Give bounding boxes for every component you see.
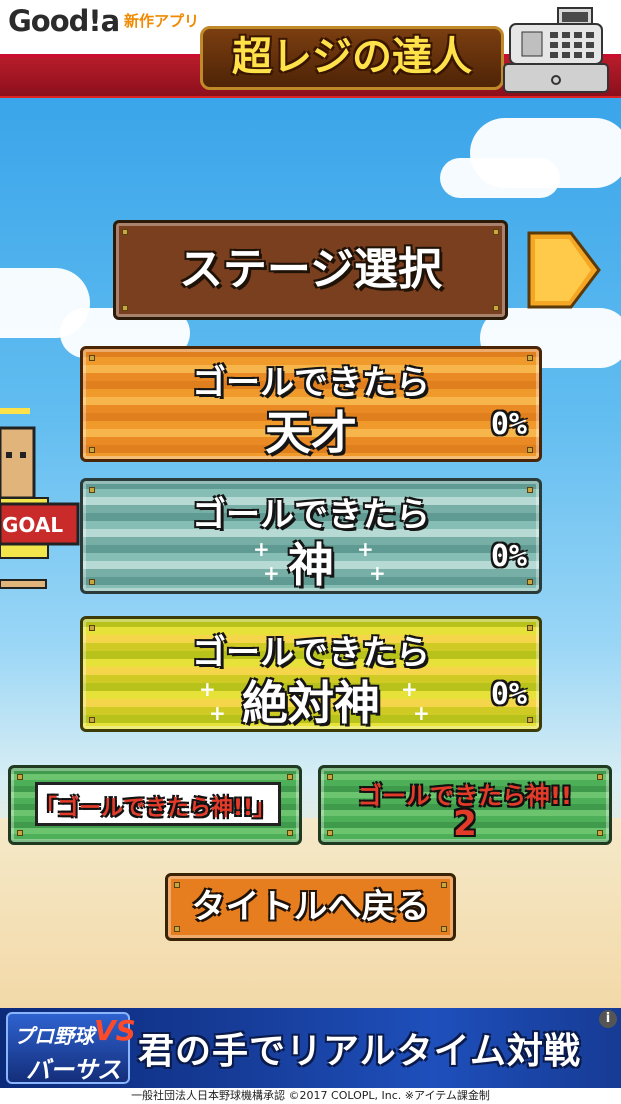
new-app-label: 新作アプリ xyxy=(124,12,200,30)
sparkle-icon: + xyxy=(253,537,270,561)
sparkle-icon: + xyxy=(413,701,430,725)
mode-progress: 0% xyxy=(490,677,527,712)
ad-logo-vs: VS xyxy=(94,1014,136,1047)
ad-logo-line2: バーサス xyxy=(26,1056,122,1084)
game-link-goal-kami-2[interactable]: ゴールできたら神!! 2 xyxy=(318,765,612,845)
mode-title: 絶対神 xyxy=(242,676,380,730)
game-area: GOAL ステージ選択 ゴールできたら 天才 0% ゴールできたら 神 + + … xyxy=(0,98,621,1008)
next-arrow-icon[interactable] xyxy=(527,231,601,309)
game-link-number: 2 xyxy=(453,804,477,844)
game-link-label: 「ゴールできたら神!!」 xyxy=(34,796,276,821)
mode-progress: 0% xyxy=(490,539,527,574)
ad-banner[interactable]: プロ野球 VS バーサス 君の手でリアルタイム対戦 i 一般社団法人日本野球機構… xyxy=(0,1008,621,1104)
mode-button-tensai[interactable]: ゴールできたら 天才 0% xyxy=(80,346,542,462)
game-link-goal-kami[interactable]: 「ゴールできたら神!!」 xyxy=(8,765,302,845)
ad-artwork[interactable]: プロ野球 VS バーサス 君の手でリアルタイム対戦 i xyxy=(0,1008,621,1088)
ad-logo-line1: プロ野球 xyxy=(14,1024,94,1048)
ad-credit-text: 一般社団法人日本野球機構承認 ©2017 COLOPL, Inc. ※アイテム課… xyxy=(131,1089,490,1102)
sparkle-icon: + xyxy=(199,677,216,701)
back-to-title-button[interactable]: タイトルへ戻る xyxy=(165,873,456,941)
back-to-title-label: タイトルへ戻る xyxy=(191,887,430,927)
app-title-banner[interactable]: 超レジの達人 xyxy=(200,26,504,90)
ad-info-icon[interactable]: i xyxy=(599,1010,617,1028)
sparkle-icon: + xyxy=(357,537,374,561)
cloud xyxy=(440,158,560,198)
ad-headline: 君の手でリアルタイム対戦 xyxy=(138,1031,581,1072)
cash-register-icon xyxy=(503,7,609,93)
rivet xyxy=(287,830,293,836)
mode-progress: 0% xyxy=(490,407,527,442)
mode-button-kami[interactable]: ゴールできたら 神 + + + + 0% xyxy=(80,478,542,594)
sparkle-icon: + xyxy=(263,561,280,585)
mode-title: 天才 xyxy=(265,406,357,460)
rivet xyxy=(17,830,23,836)
sparkle-icon: + xyxy=(209,701,226,725)
ad-game-logo: プロ野球 VS バーサス xyxy=(6,1012,136,1084)
stage-select-plate[interactable]: ステージ選択 xyxy=(113,220,508,320)
rivet xyxy=(17,774,23,780)
goal-sign-text: GOAL xyxy=(2,513,63,537)
rivet xyxy=(287,774,293,780)
sparkle-icon: + xyxy=(401,677,418,701)
mode-button-zettai[interactable]: ゴールできたら 絶対神 + + + + 0% xyxy=(80,616,542,732)
goal-character-icon: GOAL xyxy=(0,408,80,589)
goodia-logo[interactable]: Good!a xyxy=(8,4,120,38)
stage-select-label: ステージ選択 xyxy=(178,244,443,295)
header-banner: Good!a 新作アプリ 超レジの達人 xyxy=(0,0,621,98)
mode-title: 神 xyxy=(288,538,334,592)
sparkle-icon: + xyxy=(369,561,386,585)
